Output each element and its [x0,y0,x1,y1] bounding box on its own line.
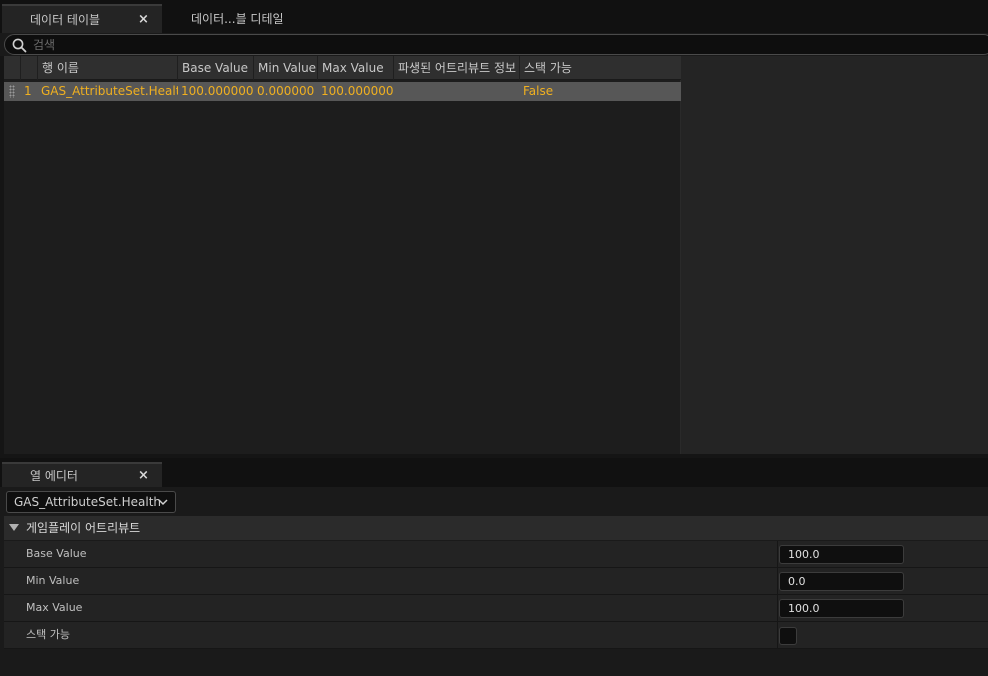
stackable-cell: False [523,84,554,98]
top-tab-bar: 데이터 테이블 × 데이터...블 디테일 [0,0,988,33]
row-select-dropdown[interactable]: GAS_AttributeSet.Health [6,491,176,513]
tab-row-editor-label: 열 에디터 [30,469,78,483]
stackable-checkbox[interactable] [779,627,797,645]
empty-panel [681,56,988,454]
column-header-derived-info[interactable]: 파생된 어트리뷰트 정보 [394,56,520,80]
min-value-input[interactable] [779,572,904,591]
property-row-stackable: 스택 가능 [4,622,988,649]
tab-row-details[interactable]: 데이터...블 디테일 [164,4,324,33]
close-icon[interactable]: × [138,12,149,27]
drag-handle-icon[interactable] [9,85,15,98]
max-value-input[interactable] [779,599,904,618]
row-name-cell: GAS_AttributeSet.Health [41,84,178,98]
property-row-min-value: Min Value [4,568,988,595]
column-divider[interactable] [777,568,778,594]
table-header: 행 이름 Base Value Min Value Max Value 파생된 … [4,56,681,80]
chevron-down-icon [158,499,168,506]
derived-info-cell [393,82,520,101]
min-value-cell: 0.000000 [257,84,315,98]
column-header-min-value[interactable]: Min Value [254,56,318,80]
search-bar [0,33,988,56]
column-header-stackable[interactable]: 스택 가능 [520,56,681,80]
column-header-row-name[interactable]: 행 이름 [38,56,178,80]
column-divider[interactable] [777,541,778,567]
data-table-panel: 행 이름 Base Value Min Value Max Value 파생된 … [4,56,681,454]
property-label: 스택 가능 [26,628,70,641]
row-editor-panel: GAS_AttributeSet.Health 게임플레이 어트리뷰트 Base… [0,487,988,676]
property-label: Min Value [26,574,80,587]
column-header-base-value[interactable]: Base Value [178,56,254,80]
row-number: 1 [24,84,32,98]
close-icon[interactable]: × [138,468,149,483]
table-row[interactable]: 1 GAS_AttributeSet.Health 100.000000 0.0… [4,82,681,101]
max-value-cell: 100.000000 [321,84,394,98]
category-label: 게임플레이 어트리뷰트 [26,521,141,535]
property-row-max-value: Max Value [4,595,988,622]
column-header-number[interactable] [21,56,38,80]
collapse-arrow-icon[interactable] [9,524,19,532]
property-row-base-value: Base Value [4,541,988,568]
tab-data-table[interactable]: 데이터 테이블 × [2,4,162,33]
column-header-handle [4,56,21,80]
search-box[interactable] [4,34,988,55]
column-header-max-value[interactable]: Max Value [318,56,394,80]
tab-data-table-label: 데이터 테이블 [30,13,101,27]
tab-row-details-label: 데이터...블 디테일 [191,12,284,26]
property-label: Max Value [26,601,83,614]
search-input[interactable] [31,36,931,53]
base-value-cell: 100.000000 [181,84,254,98]
search-icon [12,38,27,53]
column-divider[interactable] [777,622,778,648]
bottom-tab-bar: 열 에디터 × [0,458,988,487]
property-label: Base Value [26,547,87,560]
category-gameplay-attribute[interactable]: 게임플레이 어트리뷰트 [4,516,988,541]
tab-row-editor[interactable]: 열 에디터 × [2,462,162,487]
base-value-input[interactable] [779,545,904,564]
column-divider[interactable] [777,595,778,621]
row-select-value: GAS_AttributeSet.Health [14,495,162,509]
